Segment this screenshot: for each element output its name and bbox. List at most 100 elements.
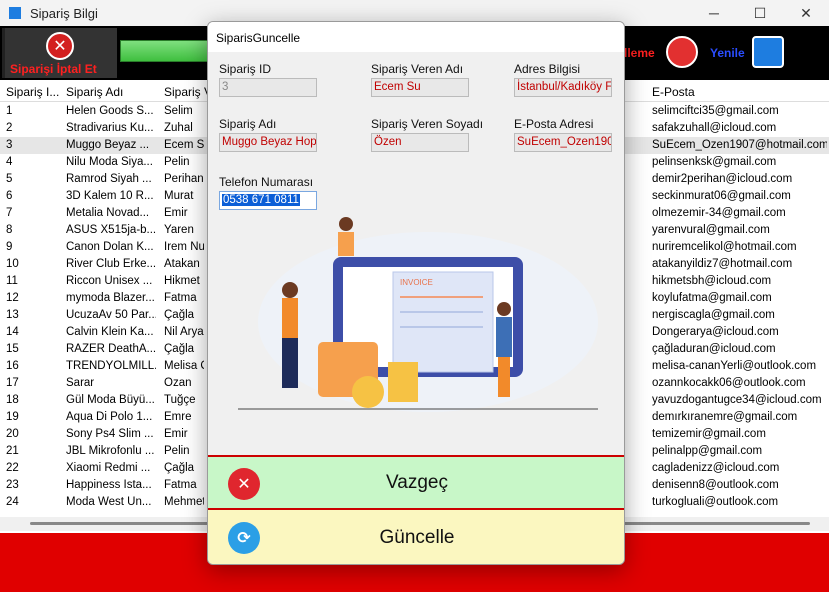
table-cell: JBL Mikrofonlu ... — [66, 445, 155, 457]
table-cell: Ozan — [164, 377, 192, 389]
order-id-field[interactable]: 3 — [219, 78, 317, 97]
minimize-button[interactable]: ─ — [691, 0, 737, 26]
dialog-title-bar: SiparisGuncelle — [208, 22, 624, 52]
close-button[interactable]: ✕ — [783, 0, 829, 26]
cancel-order-button[interactable]: ✕ Siparişi İptal Et — [2, 28, 117, 78]
table-cell: Moda West Un... — [66, 496, 152, 508]
table-cell: temizemir@gmail.com — [652, 428, 766, 440]
table-cell: pelinalpp@gmail.com — [652, 445, 763, 457]
table-cell: yarenvural@gmail.com — [652, 224, 770, 236]
table-cell: 3 — [6, 139, 13, 151]
maximize-button[interactable]: ☐ — [737, 0, 783, 26]
table-cell: 1 — [6, 105, 13, 117]
orderer-surname-label: Sipariş Veren Soyadı — [371, 117, 484, 131]
table-cell: Melisa C — [164, 360, 204, 372]
table-cell: SuEcem_Ozen1907@hotmail.com — [652, 139, 827, 151]
table-cell: Ecem Su — [164, 139, 204, 151]
table-cell: pelinsenksk@gmail.com — [652, 156, 777, 168]
table-cell: yavuzdogantugce34@icloud.com — [652, 394, 822, 406]
table-cell: Sarar — [66, 377, 95, 389]
table-cell: selimciftci35@gmail.com — [652, 105, 779, 117]
table-cell: 2 — [6, 122, 13, 134]
update-order-dialog: SiparisGuncelle Sipariş ID 3 Sipariş Ver… — [207, 21, 625, 565]
phone-field[interactable]: 0538 671 0811 — [219, 191, 317, 210]
table-cell: Stradivarius Ku... — [66, 122, 154, 134]
table-cell: RAZER DeathA... — [66, 343, 156, 355]
table-cell: Pelin — [164, 156, 190, 168]
orderer-name-field[interactable]: Ecem Su — [371, 78, 469, 97]
table-cell: 15 — [6, 343, 19, 355]
order-name-field[interactable]: Muggo Beyaz Hope — [219, 133, 317, 152]
col-header-email[interactable]: E-Posta — [652, 85, 695, 99]
phone-label: Telefon Numarası — [219, 175, 314, 189]
table-cell: 22 — [6, 462, 19, 474]
table-cell: 8 — [6, 224, 13, 236]
table-cell: Nilu Moda Siya... — [66, 156, 153, 168]
table-cell: 17 — [6, 377, 19, 389]
orderer-name-label: Sipariş Veren Adı — [371, 62, 464, 76]
update-button[interactable]: ⟳ Güncelle — [208, 510, 624, 564]
table-cell: Nil Arya — [164, 326, 204, 338]
app-icon — [9, 7, 21, 19]
table-cell: 23 — [6, 479, 19, 491]
table-cell: Atakan — [164, 258, 200, 270]
x-icon: ✕ — [46, 32, 74, 60]
table-cell: Zuhal — [164, 122, 193, 134]
table-cell: Pelin — [164, 445, 190, 457]
action-icon[interactable] — [666, 36, 698, 68]
right-toolbar: lleme Yenile — [624, 28, 824, 78]
email-field[interactable]: SuEcem_Ozen1907 — [514, 133, 612, 152]
table-cell: 4 — [6, 156, 13, 168]
table-cell: 16 — [6, 360, 19, 372]
table-cell: Aqua Di Polo 1... — [66, 411, 153, 423]
table-cell: koylufatma@gmail.com — [652, 292, 772, 304]
table-cell: Murat — [164, 190, 194, 202]
table-cell: nuriremcelikol@hotmail.com — [652, 241, 797, 253]
table-cell: ASUS X515ja-b... — [66, 224, 156, 236]
table-cell: çağladuran@icloud.com — [652, 343, 776, 355]
cancel-label: Vazgeç — [386, 472, 448, 493]
progress-bar — [120, 40, 210, 62]
table-cell: cagladenizz@icloud.com — [652, 462, 780, 474]
table-cell: 11 — [6, 275, 18, 287]
col-header-id[interactable]: Sipariş I... — [6, 85, 59, 99]
table-cell: UcuzaAv 50 Par... — [66, 309, 156, 321]
table-cell: atakanyildiz7@hotmail.com — [652, 258, 793, 270]
invoice-text: INVOICE — [400, 278, 433, 287]
table-cell: Perihan — [164, 173, 204, 185]
refresh-icon[interactable] — [752, 36, 784, 68]
table-cell: TRENDYOLMİLL... — [66, 360, 156, 372]
table-cell: İrem Nu — [164, 241, 204, 253]
table-cell: Helen Goods S... — [66, 105, 154, 117]
dialog-title: SiparisGuncelle — [216, 31, 301, 45]
table-cell: 9 — [6, 241, 13, 253]
window-title: Sipariş Bilgi — [30, 5, 98, 21]
cancel-button[interactable]: ✕ Vazgeç — [208, 455, 624, 510]
orderer-surname-field[interactable]: Özen — [371, 133, 469, 152]
table-cell: 10 — [6, 258, 19, 270]
col-header-name[interactable]: Sipariş Adı — [66, 85, 123, 99]
table-cell: Riccon Unisex ... — [66, 275, 153, 287]
table-cell: Muggo Beyaz ... — [66, 139, 150, 151]
table-cell: Çağla — [164, 309, 195, 321]
table-cell: Xiaomi Redmi ... — [66, 462, 151, 474]
col-header-orderer[interactable]: Sipariş V — [164, 85, 212, 99]
table-cell: Sony Ps4 Slim ... — [66, 428, 154, 440]
cancel-order-label: Siparişi İptal Et — [10, 62, 97, 76]
address-field[interactable]: İstanbul/Kadıköy Fe — [514, 78, 612, 97]
table-cell: 24 — [6, 496, 19, 508]
table-cell: 14 — [6, 326, 19, 338]
table-cell: Dongerarya@icloud.com — [652, 326, 779, 338]
table-cell: Çağla — [164, 462, 195, 474]
table-cell: 5 — [6, 173, 13, 185]
phone-value: 0538 671 0811 — [222, 194, 300, 206]
table-cell: safakzuhall@icloud.com — [652, 122, 777, 134]
table-cell: Fatma — [164, 292, 197, 304]
table-cell: Metalia Novad... — [66, 207, 150, 219]
table-cell: demir2perihan@icloud.com — [652, 173, 793, 185]
table-cell: 12 — [6, 292, 19, 304]
order-id-label: Sipariş ID — [219, 62, 272, 76]
email-label: E-Posta Adresi — [514, 117, 594, 131]
update-label: Güncelle — [379, 527, 455, 548]
table-cell: denisenn8@outlook.com — [652, 479, 779, 491]
